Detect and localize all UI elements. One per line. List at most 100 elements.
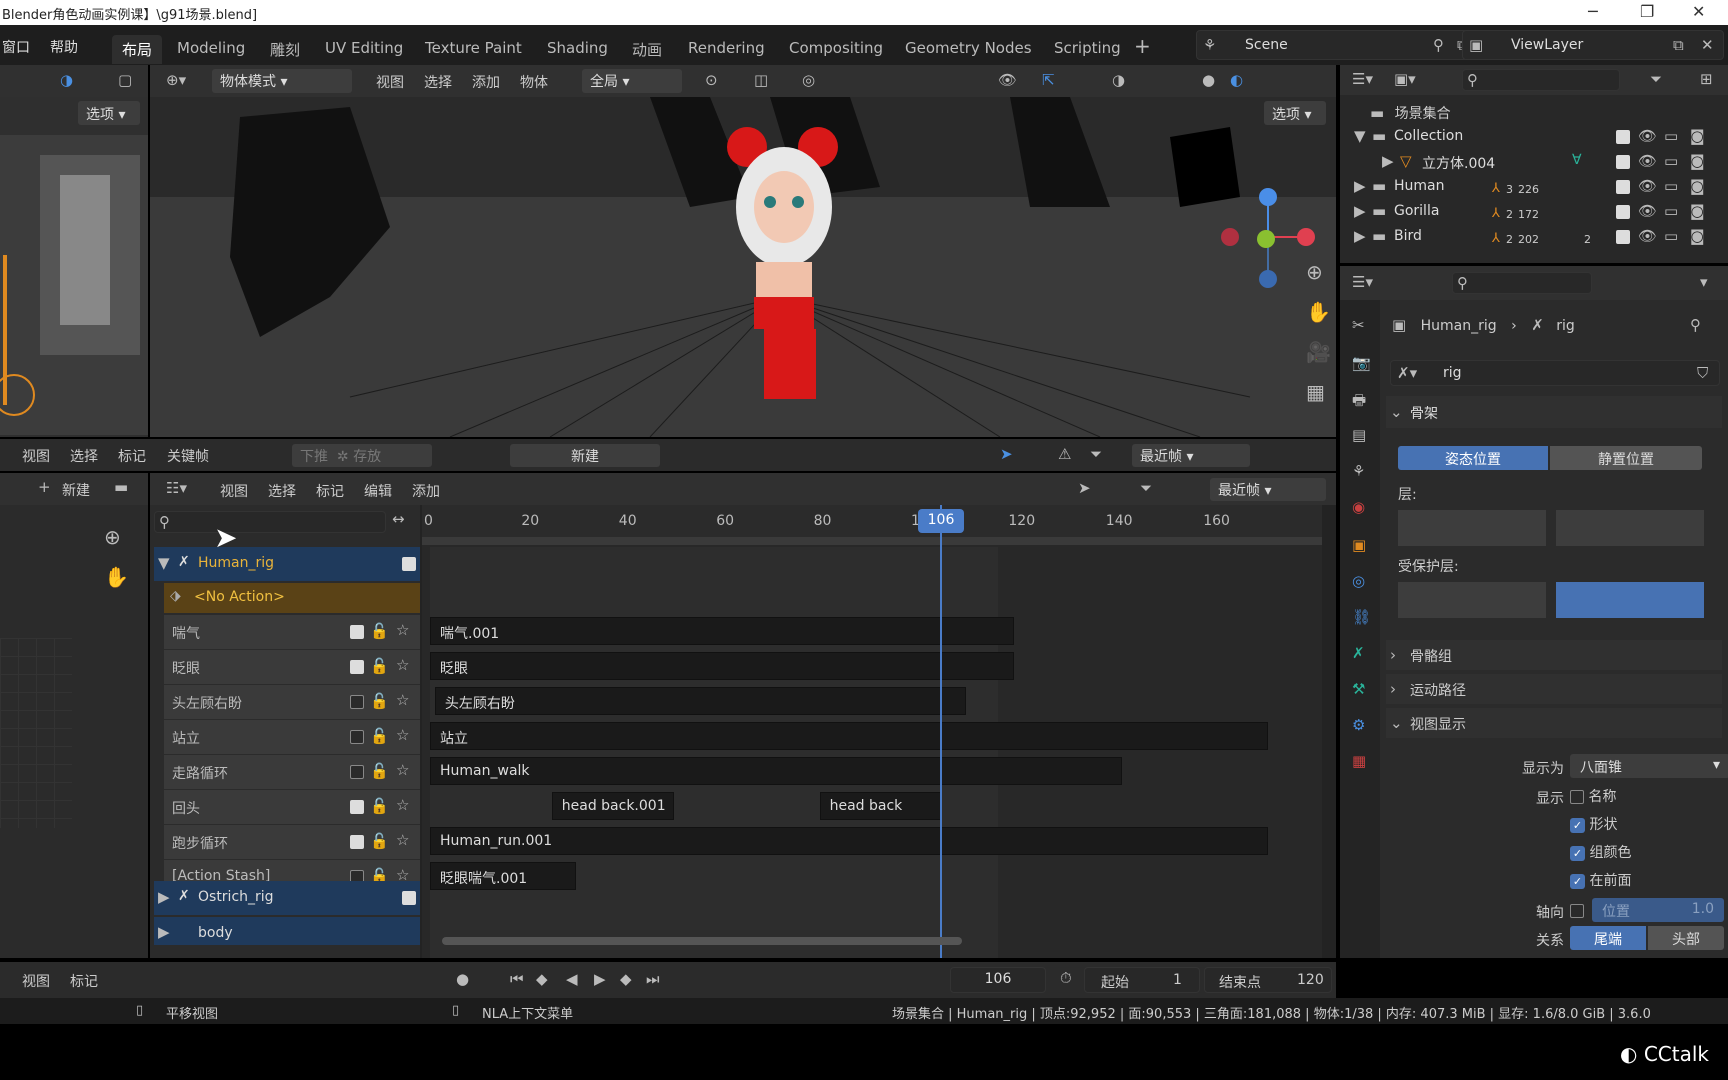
menu-window[interactable]: 窗口 — [2, 37, 30, 57]
add-workspace-icon[interactable]: + — [1134, 34, 1151, 58]
render-camera-icon[interactable]: ◙ — [1690, 152, 1705, 170]
nla-menu-marker[interactable]: 标记 — [316, 481, 344, 501]
nla-strip[interactable]: head back.001 — [551, 792, 674, 820]
shapes-checkbox-row[interactable]: ✓ 形状 — [1570, 814, 1617, 834]
in-front-checkbox[interactable]: ✓ — [1570, 874, 1585, 889]
tab-sculpt[interactable]: 雕刻 — [260, 35, 310, 64]
new-collection-icon[interactable]: ⊞ — [1700, 70, 1713, 88]
new-plus-icon[interactable]: + — [38, 478, 51, 496]
playhead-frame[interactable]: 106 — [918, 509, 964, 533]
solo-star-icon[interactable]: ☆ — [396, 656, 409, 674]
render-camera-icon[interactable]: ◙ — [1690, 177, 1705, 195]
nla-strip[interactable]: 头左顾右盼 — [434, 687, 966, 715]
maximize-button[interactable]: ❐ — [1640, 2, 1654, 21]
viewport-menu-add[interactable]: 添加 — [472, 72, 500, 92]
overlay-icon[interactable]: ◑ — [60, 71, 73, 89]
track-mute-checkbox[interactable] — [350, 835, 364, 849]
jump-end-icon[interactable]: ⏭ — [646, 970, 660, 988]
exclude-checkbox[interactable] — [1616, 130, 1630, 144]
tab-modeling[interactable]: Modeling — [167, 35, 255, 61]
protected-grid-right[interactable] — [1556, 582, 1704, 618]
bone-groups-panel-header[interactable]: › 骨骼组 — [1386, 640, 1722, 670]
warning-icon[interactable]: ⚠ — [1058, 445, 1071, 463]
skeleton-panel-header[interactable]: ⌄ 骨架 — [1386, 396, 1722, 428]
track-row-human-rig[interactable]: ▼ ✗ Human_rig — [154, 547, 420, 581]
viewport-menu-object[interactable]: 物体 — [520, 72, 548, 92]
filter-icon[interactable]: ⏷ — [1090, 445, 1102, 463]
lock-icon[interactable]: 🔓 — [370, 657, 389, 675]
expand-arrow-icon[interactable]: ▶ — [1382, 152, 1394, 170]
nla-strip[interactable]: Human_run.001 — [430, 827, 1268, 855]
names-checkbox[interactable] — [1570, 790, 1584, 804]
track-mute-checkbox[interactable] — [350, 695, 364, 709]
dopesheet-menu-keyframe[interactable]: 关键帧 — [167, 446, 209, 466]
lock-icon[interactable]: 🔓 — [370, 727, 389, 745]
in-front-checkbox-row[interactable]: ✓ 在前面 — [1570, 870, 1631, 890]
timeline-menu-view[interactable]: 视图 — [22, 971, 50, 991]
lock-icon[interactable]: 🔓 — [370, 762, 389, 780]
nla-menu-select[interactable]: 选择 — [268, 481, 296, 501]
main-viewport[interactable]: ⊕▾ 物体模式 ▾ 视图 选择 添加 物体 全局 ▾ ⊙ ◫ ◎ 👁 ⇱ ◑ ●… — [150, 65, 1336, 437]
track-row[interactable]: 眨眼 🔓 ☆ — [164, 650, 420, 684]
outliner-search-input[interactable]: ⚲ — [1462, 69, 1620, 91]
fake-user-icon[interactable]: ⛉ — [1697, 364, 1708, 382]
dopesheet-menu-select[interactable]: 选择 — [70, 446, 98, 466]
nla-menu-view[interactable]: 视图 — [220, 481, 248, 501]
bone-tab-icon[interactable]: ⚒ — [1352, 680, 1365, 698]
nla-strip[interactable]: 喘气.001 — [430, 617, 1015, 645]
delete-viewlayer-icon[interactable]: ✕ — [1701, 36, 1714, 54]
stopwatch-icon[interactable]: ⏱ — [1060, 969, 1072, 987]
monitor-icon[interactable]: ▭ — [1664, 152, 1678, 170]
track-row-ostrich-rig[interactable]: ▶ ✗ Ostrich_rig — [154, 881, 420, 915]
scene-selector[interactable]: ⚘ Scene ⚲ ⧉ ✕ — [1196, 30, 1496, 60]
layers-grid-left[interactable] — [1398, 510, 1546, 546]
properties-type-icon[interactable]: ☰▾ — [1352, 273, 1373, 291]
viewport-menu-select[interactable]: 选择 — [424, 72, 452, 92]
pin-icon[interactable]: ⚲ — [1690, 316, 1701, 334]
solo-star-icon[interactable]: ☆ — [396, 831, 409, 849]
rest-position-button[interactable]: 静置位置 — [1550, 446, 1702, 470]
nla-strip[interactable]: 眨眼 — [430, 652, 1015, 680]
left-options-dropdown[interactable]: 选项 ▾ — [78, 101, 140, 125]
render-camera-icon[interactable]: ◙ — [1690, 127, 1705, 145]
group-colors-checkbox[interactable]: ✓ — [1570, 846, 1585, 861]
snap-icon[interactable]: ◫ — [754, 71, 768, 89]
expand-arrow-icon[interactable]: ▶ — [1354, 202, 1366, 220]
nla-strip-area[interactable]: 020406080100120140160 喘气.001眨眼头左顾右盼站立Hum… — [422, 505, 1322, 958]
nla-menu-edit[interactable]: 编辑 — [364, 481, 392, 501]
exclude-checkbox[interactable] — [1616, 180, 1630, 194]
exclude-checkbox[interactable] — [1616, 155, 1630, 169]
outliner-mode-icon[interactable]: ▣▾ — [1394, 70, 1416, 88]
render-camera-icon[interactable]: ◙ — [1690, 227, 1705, 245]
tab-uv-editing[interactable]: UV Editing — [315, 35, 413, 61]
left-viewport[interactable]: ◑ ▢ 选项 ▾ — [0, 65, 148, 437]
nla-search-input[interactable]: ⚲ — [154, 511, 386, 533]
armature-data-field[interactable]: ✗▾ rig ⛉ — [1390, 360, 1720, 386]
tab-compositing[interactable]: Compositing — [779, 35, 893, 61]
end-frame-field[interactable]: 结束点 120 — [1204, 967, 1332, 993]
shading-material-icon[interactable]: ◐ — [1230, 71, 1243, 89]
play-icon[interactable]: ▶ — [594, 970, 606, 988]
folder-icon[interactable]: ▬ — [114, 478, 128, 496]
nla-menu-add[interactable]: 添加 — [412, 481, 440, 501]
display-as-dropdown[interactable]: 八面锥 ▾ — [1570, 754, 1728, 778]
constraints-tab-icon[interactable]: ⛓ — [1352, 608, 1371, 626]
group-colors-checkbox-row[interactable]: ✓ 组颜色 — [1570, 842, 1631, 862]
monitor-icon[interactable]: ▭ — [1664, 227, 1678, 245]
orientation-dropdown[interactable]: 全局 ▾ — [582, 69, 682, 93]
outliner-row[interactable]: ▶ ▽ 立方体.004 ∀ 👁 ▭ ◙ — [1340, 150, 1728, 174]
outliner-row[interactable]: ▶ ▬ Human ⅄ 3 226 👁 ▭ ◙ — [1340, 175, 1728, 199]
axes-checkbox[interactable] — [1570, 904, 1584, 918]
track-mute-checkbox[interactable] — [350, 730, 364, 744]
scene-tab-icon[interactable]: ⚘ — [1352, 462, 1365, 480]
left-new-button[interactable]: 新建 — [62, 480, 90, 500]
world-tab-icon[interactable]: ◉ — [1352, 498, 1365, 516]
tab-animation[interactable]: 动画 — [622, 35, 672, 64]
new-action-button[interactable]: 新建 — [510, 444, 660, 467]
viewport-menu-view[interactable]: 视图 — [376, 72, 404, 92]
object-mode-dropdown[interactable]: 物体模式 ▾ — [212, 69, 352, 93]
gizmo-icon[interactable]: ⇱ — [1042, 71, 1055, 89]
no-action-row[interactable]: ⬗ <No Action> — [164, 583, 420, 613]
monitor-icon[interactable]: ▭ — [1664, 177, 1678, 195]
zoom-icon[interactable]: ⊕ — [1306, 260, 1323, 284]
